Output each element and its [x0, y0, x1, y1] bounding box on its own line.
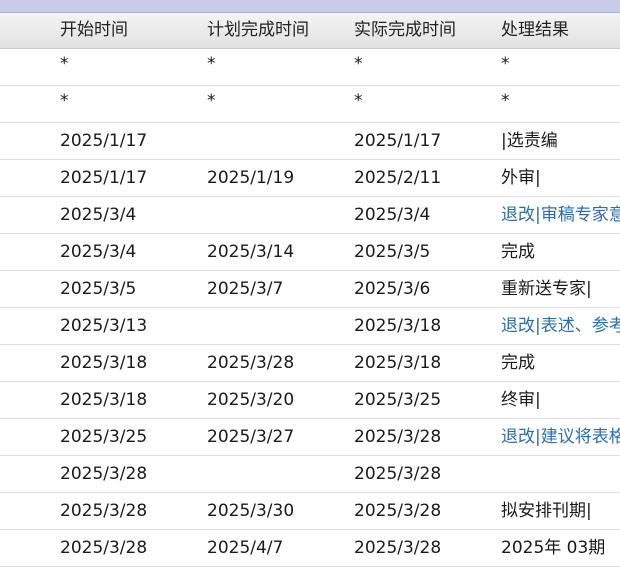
cell-result-link[interactable]: 退改|建议将表格: [501, 419, 620, 455]
cell-result: 外审|: [501, 168, 541, 188]
cell-start-time: 2025/1/17: [60, 168, 148, 188]
cell-result: 完成: [501, 353, 535, 373]
cell-actual-finish-time: 2025/1/17: [354, 131, 442, 151]
cell-actual-finish-time: 2025/2/11: [354, 168, 442, 188]
cell-result: [501, 456, 620, 492]
cell-start-time: 2025/3/28: [60, 538, 148, 558]
table-row[interactable]: 2025/3/18 2025/3/20 2025/3/25 终审|: [0, 382, 620, 419]
table-row[interactable]: 2025/3/4 2025/3/4 退改|审稿专家意: [0, 197, 620, 234]
cell-actual-finish-time: 2025/3/28: [354, 427, 442, 447]
cell-result-link[interactable]: 退改|表述、参考: [501, 308, 620, 344]
cell-actual-finish-time: 2025/3/18: [354, 316, 442, 336]
table-row[interactable]: 2025/1/17 2025/1/19 2025/2/11 外审|: [0, 160, 620, 197]
cell-actual-finish-time: 2025/3/6: [354, 279, 431, 299]
cell-actual-finish-time: 2025/3/4: [354, 205, 431, 225]
process-table: 开始时间 计划完成时间 实际完成时间 处理结果 * * * * * * * * 2025/1/1…: [0, 13, 620, 567]
cell-result: 2025年 03期: [501, 538, 606, 558]
cell-planned-finish-time: 2025/1/19: [207, 168, 295, 188]
cell-start-time: 2025/3/4: [60, 205, 137, 225]
table-row[interactable]: 2025/3/5 2025/3/7 2025/3/6 重新送专家|: [0, 271, 620, 308]
table-row[interactable]: 2025/3/18 2025/3/28 2025/3/18 完成: [0, 345, 620, 382]
table-row[interactable]: 2025/3/4 2025/3/14 2025/3/5 完成: [0, 234, 620, 271]
table-row[interactable]: * * * *: [0, 49, 620, 86]
cell-planned-finish-time: [207, 197, 347, 233]
cell-planned-finish-time: 2025/3/27: [207, 427, 295, 447]
cell-planned-finish-time: 2025/3/30: [207, 501, 295, 521]
cell-planned-finish-time: [207, 456, 347, 492]
cell-planned-finish-time: 2025/3/14: [207, 242, 295, 262]
table-row[interactable]: 2025/1/17 2025/1/17 |选责编: [0, 123, 620, 160]
cell-start-time: 2025/3/28: [60, 501, 148, 521]
cell-result-link[interactable]: 退改|审稿专家意: [501, 197, 620, 233]
cell-actual-finish-time: 2025/3/28: [354, 501, 442, 521]
cell-result: *: [501, 91, 510, 111]
cell-planned-finish-time: *: [207, 54, 216, 74]
cell-planned-finish-time: *: [207, 91, 216, 111]
cell-actual-finish-time: 2025/3/28: [354, 538, 442, 558]
cell-result: 重新送专家|: [501, 279, 592, 299]
cell-result: *: [501, 54, 510, 74]
table-row[interactable]: 2025/3/13 2025/3/18 退改|表述、参考: [0, 308, 620, 345]
cell-actual-finish-time: *: [354, 91, 363, 111]
cell-start-time: 2025/3/4: [60, 242, 137, 262]
cell-result: 完成: [501, 242, 535, 262]
table-row[interactable]: * * * *: [0, 86, 620, 123]
window-top-bar: [0, 0, 620, 13]
table-row[interactable]: 2025/3/25 2025/3/27 2025/3/28 退改|建议将表格: [0, 419, 620, 456]
cell-start-time: 2025/1/17: [60, 131, 148, 151]
cell-planned-finish-time: 2025/3/7: [207, 279, 284, 299]
cell-planned-finish-time: 2025/3/28: [207, 353, 295, 373]
column-header-result[interactable]: 处理结果: [501, 13, 620, 48]
cell-planned-finish-time: [207, 308, 347, 344]
table-row[interactable]: 2025/3/28 2025/4/7 2025/3/28 2025年 03期: [0, 530, 620, 567]
table-body: * * * * * * * * 2025/1/17 2025/1/17 |选责编 2025/1/17 2…: [0, 49, 620, 567]
cell-result: |选责编: [501, 131, 558, 151]
cell-actual-finish-time: 2025/3/18: [354, 353, 442, 373]
cell-planned-finish-time: 2025/4/7: [207, 538, 284, 558]
column-header-start-time[interactable]: 开始时间: [60, 13, 200, 48]
cell-start-time: 2025/3/18: [60, 353, 148, 373]
cell-start-time: *: [60, 54, 69, 74]
column-header-actual-finish-time[interactable]: 实际完成时间: [354, 13, 494, 48]
cell-planned-finish-time: 2025/3/20: [207, 390, 295, 410]
cell-result: 拟安排刊期|: [501, 501, 592, 521]
cell-actual-finish-time: *: [354, 54, 363, 74]
cell-result: 终审|: [501, 390, 541, 410]
cell-start-time: 2025/3/5: [60, 279, 137, 299]
table-row[interactable]: 2025/3/28 2025/3/30 2025/3/28 拟安排刊期|: [0, 493, 620, 530]
table-header: 开始时间 计划完成时间 实际完成时间 处理结果: [0, 13, 620, 49]
cell-planned-finish-time: [207, 123, 347, 159]
cell-start-time: *: [60, 91, 69, 111]
column-header-planned-finish-time[interactable]: 计划完成时间: [207, 13, 347, 48]
cell-actual-finish-time: 2025/3/28: [354, 464, 442, 484]
cell-actual-finish-time: 2025/3/25: [354, 390, 442, 410]
cell-start-time: 2025/3/18: [60, 390, 148, 410]
cell-actual-finish-time: 2025/3/5: [354, 242, 431, 262]
table-row[interactable]: 2025/3/28 2025/3/28: [0, 456, 620, 493]
cell-start-time: 2025/3/13: [60, 316, 148, 336]
cell-start-time: 2025/3/25: [60, 427, 148, 447]
cell-start-time: 2025/3/28: [60, 464, 148, 484]
